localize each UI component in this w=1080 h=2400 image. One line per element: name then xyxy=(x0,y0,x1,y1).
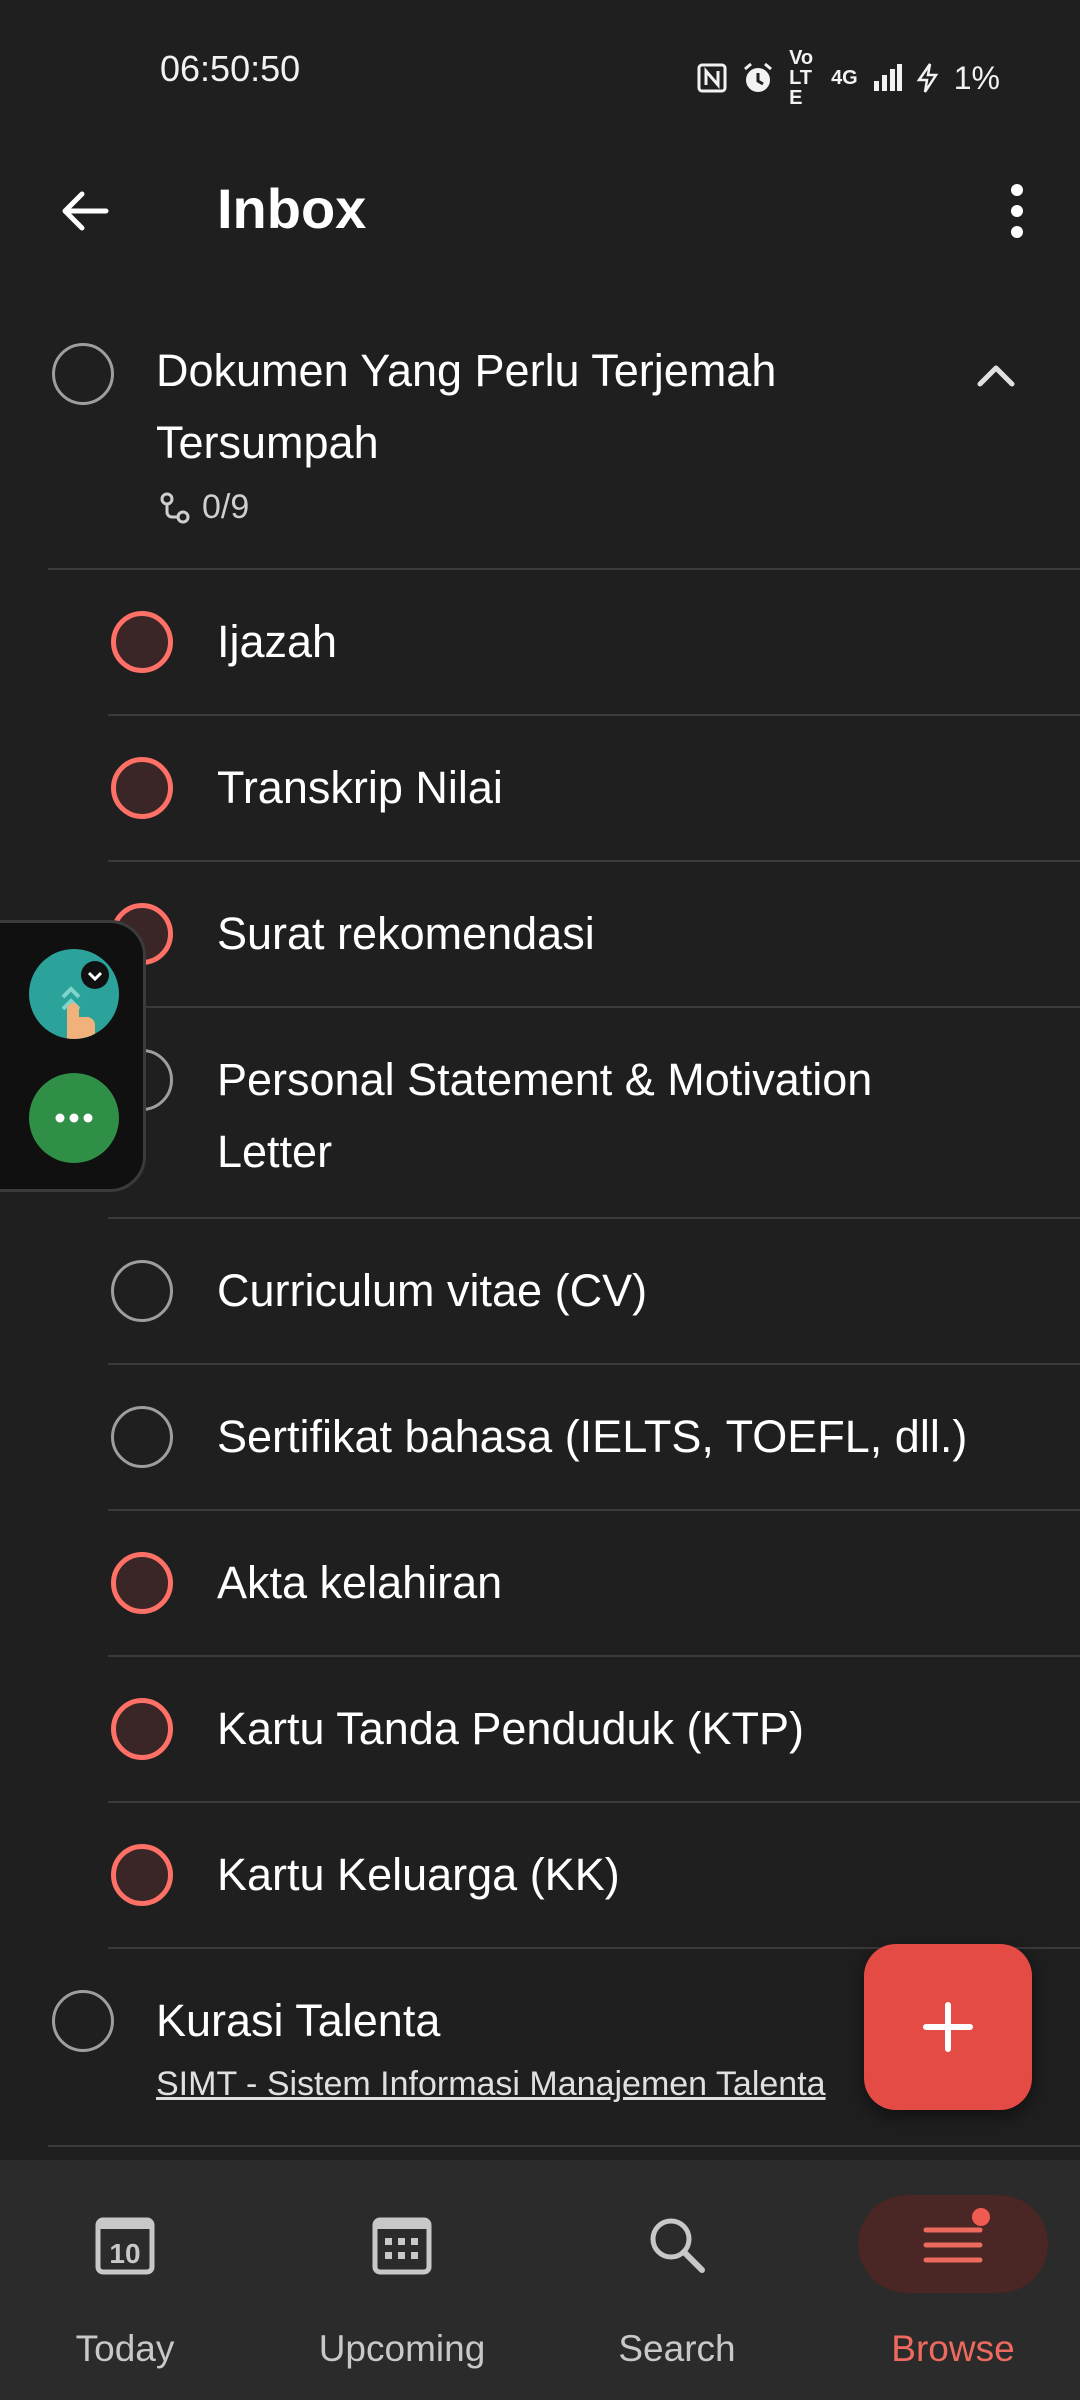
status-time: 06:50:50 xyxy=(160,48,301,89)
nav-label: Browse xyxy=(891,2328,1015,2369)
calendar-today-icon: 10 xyxy=(95,2217,155,2275)
task-title: Surat rekomendasi xyxy=(217,908,595,959)
alarm-icon xyxy=(744,62,773,92)
app-bar: Inbox xyxy=(0,140,1080,280)
task-checkbox[interactable] xyxy=(111,1844,173,1906)
task-checkbox[interactable] xyxy=(111,1260,173,1322)
nav-browse[interactable]: Browse xyxy=(818,2160,1080,2400)
search-icon xyxy=(650,2218,705,2273)
calendar-day-number: 10 xyxy=(109,2238,140,2269)
chevron-up-icon[interactable] xyxy=(970,350,1022,402)
task-checkbox[interactable] xyxy=(111,1698,173,1760)
subtask-icon xyxy=(160,492,190,523)
divider xyxy=(108,1509,1080,1511)
divider xyxy=(108,860,1080,862)
divider xyxy=(108,1363,1080,1365)
nav-today[interactable]: 10 Today xyxy=(0,2160,260,2400)
task-title: Dokumen Yang Perlu Terjemah Tersumpah xyxy=(156,345,777,468)
task-checkbox[interactable] xyxy=(52,343,114,405)
divider xyxy=(108,1801,1080,1803)
more-horizontal-icon xyxy=(55,1113,93,1123)
task-description-link[interactable]: SIMT - Sistem Informasi Manajemen Talent… xyxy=(156,2065,876,2104)
task-title: Transkrip Nilai xyxy=(217,762,503,813)
nfc-icon xyxy=(697,63,727,93)
task-checkbox[interactable] xyxy=(111,611,173,673)
divider xyxy=(108,1655,1080,1657)
nav-upcoming[interactable]: Upcoming xyxy=(267,2160,537,2400)
add-task-button[interactable] xyxy=(864,1944,1032,2110)
calendar-grid-icon xyxy=(372,2217,432,2275)
divider xyxy=(48,568,1080,570)
hand-gesture-icon xyxy=(61,961,109,1039)
floating-assistant-widget[interactable] xyxy=(0,920,146,1192)
task-checkbox[interactable] xyxy=(52,1990,114,2052)
assistant-avatar[interactable] xyxy=(29,949,119,1039)
subtask-count: 0/9 xyxy=(158,488,249,527)
nav-label: Upcoming xyxy=(318,2328,486,2369)
page-title: Inbox xyxy=(217,177,367,240)
task-checkbox[interactable] xyxy=(111,757,173,819)
task-title: Sertifikat bahasa (IELTS, TOEFL, dll.) xyxy=(217,1411,968,1462)
divider xyxy=(48,2145,1080,2147)
task-title: Kartu Keluarga (KK) xyxy=(217,1849,620,1900)
task-checkbox[interactable] xyxy=(111,1552,173,1614)
network-type: 4G xyxy=(831,67,858,89)
volte-label: Vo LTE xyxy=(789,47,814,109)
back-arrow-icon[interactable] xyxy=(50,176,120,246)
battery-level: 1% xyxy=(953,59,1000,96)
task-title: Curriculum vitae (CV) xyxy=(217,1265,648,1316)
divider xyxy=(108,1217,1080,1219)
task-title: Ijazah xyxy=(217,616,338,667)
nav-label: Today xyxy=(75,2328,175,2369)
assistant-more-button[interactable] xyxy=(29,1073,119,1163)
signal-icon xyxy=(873,64,902,91)
task-title: Personal Statement & Motivation Letter xyxy=(217,1054,873,1177)
divider xyxy=(108,714,1080,716)
plus-icon xyxy=(923,2002,973,2052)
nav-search[interactable]: Search xyxy=(542,2160,812,2400)
more-options-icon[interactable] xyxy=(992,176,1042,246)
bottom-navigation: 10 Today Upcoming Search Browse xyxy=(0,2160,1080,2400)
task-title: Akta kelahiran xyxy=(217,1557,503,1608)
divider xyxy=(108,1006,1080,1008)
charging-icon xyxy=(916,63,939,93)
status-icons: Vo LTE 4G 1% xyxy=(697,48,1000,108)
task-title: Kartu Tanda Penduduk (KTP) xyxy=(217,1703,805,1754)
notification-dot xyxy=(972,2208,990,2226)
task-checkbox[interactable] xyxy=(111,1406,173,1468)
nav-label: Search xyxy=(618,2328,736,2369)
status-bar: 06:50:50 Vo LTE 4G 1% xyxy=(0,0,1080,140)
task-title: Kurasi Talenta xyxy=(156,1995,441,2046)
